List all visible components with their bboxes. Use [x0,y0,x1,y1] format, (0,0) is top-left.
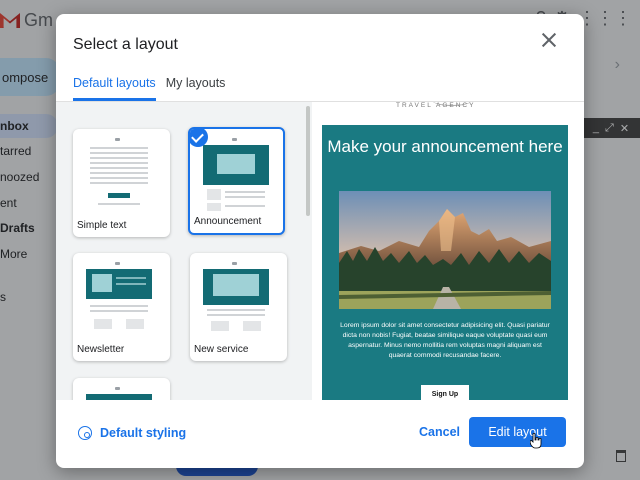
layout-card-announcement[interactable]: Announcement [188,127,285,235]
layout-thumbnail [86,386,152,400]
layout-card-partial[interactable] [73,378,170,400]
close-icon[interactable] [540,31,558,49]
tab-my-layouts[interactable]: My layouts [166,76,226,101]
brand-name: TRAVEL AGENCY [396,102,476,109]
layout-grid: Simple text Announcement Newsletter New … [56,102,312,400]
layout-thumbnail [86,261,152,335]
check-icon [190,129,208,147]
preview-body-text: Lorem ipsum dolor sit amet consectetur a… [340,322,550,359]
select-layout-dialog: Select a layout Default layouts My layou… [56,14,584,468]
layout-card-label: Newsletter [77,344,125,355]
default-styling-button[interactable]: Default styling [78,426,186,440]
layout-card-label: Announcement [194,216,262,227]
mountain-photo [339,191,551,309]
default-styling-label: Default styling [100,426,187,440]
palette-icon [78,426,92,440]
layout-card-label: Simple text [77,220,127,231]
tab-default-layouts[interactable]: Default layouts [73,76,156,101]
layout-tabs: Default layouts My layouts [73,76,225,101]
hand-cursor-icon [530,433,542,449]
layout-thumbnail [203,261,269,335]
dialog-title: Select a layout [73,36,178,53]
preview-headline: Make your announcement here [327,137,563,156]
cancel-button[interactable]: Cancel [419,425,460,439]
layout-thumbnail [86,137,152,211]
layout-grid-scrollbar[interactable] [306,106,310,216]
layout-card-label: New service [194,344,249,355]
layout-preview: TRAVEL AGENCY Make your announcement her… [312,102,584,400]
preview-email-body: Make your announcement here Lorem ipsum … [322,125,568,400]
layout-thumbnail [203,137,269,211]
layout-card-simple-text[interactable]: Simple text [73,129,170,237]
layout-card-newsletter[interactable]: Newsletter [73,253,170,361]
preview-signup-button: Sign Up [421,385,469,400]
edit-layout-button[interactable]: Edit layout [469,417,566,447]
layout-card-new-service[interactable]: New service [190,253,287,361]
